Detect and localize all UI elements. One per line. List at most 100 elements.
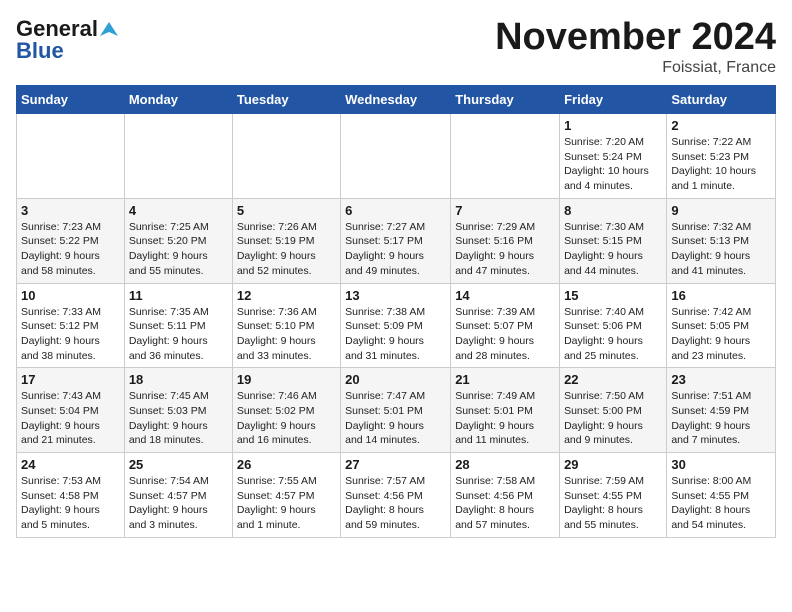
day-number: 23: [671, 372, 771, 387]
calendar-table: SundayMondayTuesdayWednesdayThursdayFrid…: [16, 85, 776, 538]
day-info: Sunrise: 7:59 AMSunset: 4:55 PMDaylight:…: [564, 474, 662, 533]
day-number: 18: [129, 372, 228, 387]
calendar-cell: 9 Sunrise: 7:32 AMSunset: 5:13 PMDaylight…: [667, 198, 776, 283]
calendar-cell: 4 Sunrise: 7:25 AMSunset: 5:20 PMDaylight…: [124, 198, 232, 283]
calendar-cell: 19 Sunrise: 7:46 AMSunset: 5:02 PMDayligh…: [232, 368, 340, 453]
calendar-cell: 2 Sunrise: 7:22 AMSunset: 5:23 PMDaylight…: [667, 114, 776, 199]
day-info: Sunrise: 7:32 AMSunset: 5:13 PMDaylight:…: [671, 220, 771, 279]
logo: General Blue: [16, 16, 118, 64]
title-section: November 2024 Foissiat, France: [495, 16, 776, 77]
day-info: Sunrise: 7:42 AMSunset: 5:05 PMDaylight:…: [671, 305, 771, 364]
location: Foissiat, France: [495, 59, 776, 77]
calendar-cell: 15Sunrise: 7:40 AMSunset: 5:06 PMDayligh…: [560, 283, 667, 368]
day-info: Sunrise: 7:53 AMSunset: 4:58 PMDaylight:…: [21, 474, 120, 533]
day-number: 17: [21, 372, 120, 387]
calendar-cell: [232, 114, 340, 199]
logo-bird-icon: [100, 20, 118, 38]
day-info: Sunrise: 7:58 AMSunset: 4:56 PMDaylight:…: [455, 474, 555, 533]
day-info: Sunrise: 7:46 AMSunset: 5:02 PMDaylight:…: [237, 389, 336, 448]
day-number: 10: [21, 288, 120, 303]
calendar-cell: 21 Sunrise: 7:49 AMSunset: 5:01 PMDayligh…: [451, 368, 560, 453]
day-info: Sunrise: 7:26 AMSunset: 5:19 PMDaylight:…: [237, 220, 336, 279]
calendar-cell: 22Sunrise: 7:50 AMSunset: 5:00 PMDayligh…: [560, 368, 667, 453]
calendar-cell: 25 Sunrise: 7:54 AMSunset: 4:57 PMDayligh…: [124, 453, 232, 538]
day-number: 25: [129, 457, 228, 472]
calendar-cell: 24 Sunrise: 7:53 AMSunset: 4:58 PMDayligh…: [17, 453, 125, 538]
day-info: Sunrise: 8:00 AMSunset: 4:55 PMDaylight:…: [671, 474, 771, 533]
day-number: 4: [129, 203, 228, 218]
calendar-cell: 5 Sunrise: 7:26 AMSunset: 5:19 PMDaylight…: [232, 198, 340, 283]
day-number: 21: [455, 372, 555, 387]
page-header: General Blue November 2024 Foissiat, Fra…: [16, 16, 776, 77]
weekday-header-row: SundayMondayTuesdayWednesdayThursdayFrid…: [17, 86, 776, 114]
weekday-header-sunday: Sunday: [17, 86, 125, 114]
day-number: 30: [671, 457, 771, 472]
day-info: Sunrise: 7:33 AMSunset: 5:12 PMDaylight:…: [21, 305, 120, 364]
day-info: Sunrise: 7:38 AMSunset: 5:09 PMDaylight:…: [345, 305, 446, 364]
day-number: 14: [455, 288, 555, 303]
calendar-cell: 16 Sunrise: 7:42 AMSunset: 5:05 PMDayligh…: [667, 283, 776, 368]
day-info: Sunrise: 7:45 AMSunset: 5:03 PMDaylight:…: [129, 389, 228, 448]
week-row-3: 10 Sunrise: 7:33 AMSunset: 5:12 PMDayligh…: [17, 283, 776, 368]
day-number: 24: [21, 457, 120, 472]
day-info: Sunrise: 7:35 AMSunset: 5:11 PMDaylight:…: [129, 305, 228, 364]
calendar-cell: 26 Sunrise: 7:55 AMSunset: 4:57 PMDayligh…: [232, 453, 340, 538]
calendar-cell: [17, 114, 125, 199]
day-number: 11: [129, 288, 228, 303]
day-info: Sunrise: 7:20 AMSunset: 5:24 PMDaylight:…: [564, 135, 662, 194]
day-number: 15: [564, 288, 662, 303]
day-number: 9: [671, 203, 771, 218]
calendar-cell: 8Sunrise: 7:30 AMSunset: 5:15 PMDaylight…: [560, 198, 667, 283]
day-info: Sunrise: 7:27 AMSunset: 5:17 PMDaylight:…: [345, 220, 446, 279]
calendar-cell: [451, 114, 560, 199]
calendar-cell: 18 Sunrise: 7:45 AMSunset: 5:03 PMDayligh…: [124, 368, 232, 453]
calendar-cell: [341, 114, 451, 199]
day-info: Sunrise: 7:25 AMSunset: 5:20 PMDaylight:…: [129, 220, 228, 279]
week-row-4: 17Sunrise: 7:43 AMSunset: 5:04 PMDayligh…: [17, 368, 776, 453]
weekday-header-tuesday: Tuesday: [232, 86, 340, 114]
day-info: Sunrise: 7:54 AMSunset: 4:57 PMDaylight:…: [129, 474, 228, 533]
calendar-cell: [124, 114, 232, 199]
day-number: 16: [671, 288, 771, 303]
calendar-cell: 29 Sunrise: 7:59 AMSunset: 4:55 PMDayligh…: [560, 453, 667, 538]
calendar-cell: 1Sunrise: 7:20 AMSunset: 5:24 PMDaylight…: [560, 114, 667, 199]
month-title: November 2024: [495, 16, 776, 59]
day-info: Sunrise: 7:36 AMSunset: 5:10 PMDaylight:…: [237, 305, 336, 364]
day-info: Sunrise: 7:23 AMSunset: 5:22 PMDaylight:…: [21, 220, 120, 279]
weekday-header-thursday: Thursday: [451, 86, 560, 114]
day-number: 12: [237, 288, 336, 303]
week-row-1: 1Sunrise: 7:20 AMSunset: 5:24 PMDaylight…: [17, 114, 776, 199]
calendar-cell: 6Sunrise: 7:27 AMSunset: 5:17 PMDaylight…: [341, 198, 451, 283]
day-number: 3: [21, 203, 120, 218]
day-number: 29: [564, 457, 662, 472]
day-number: 7: [455, 203, 555, 218]
calendar-cell: 11 Sunrise: 7:35 AMSunset: 5:11 PMDayligh…: [124, 283, 232, 368]
calendar-cell: 3 Sunrise: 7:23 AMSunset: 5:22 PMDaylight…: [17, 198, 125, 283]
day-number: 2: [671, 118, 771, 133]
day-number: 19: [237, 372, 336, 387]
day-info: Sunrise: 7:39 AMSunset: 5:07 PMDaylight:…: [455, 305, 555, 364]
calendar-cell: 20Sunrise: 7:47 AMSunset: 5:01 PMDayligh…: [341, 368, 451, 453]
calendar-cell: 23Sunrise: 7:51 AMSunset: 4:59 PMDayligh…: [667, 368, 776, 453]
calendar-cell: 28 Sunrise: 7:58 AMSunset: 4:56 PMDayligh…: [451, 453, 560, 538]
day-info: Sunrise: 7:47 AMSunset: 5:01 PMDaylight:…: [345, 389, 446, 448]
week-row-5: 24 Sunrise: 7:53 AMSunset: 4:58 PMDayligh…: [17, 453, 776, 538]
weekday-header-wednesday: Wednesday: [341, 86, 451, 114]
calendar-cell: 12 Sunrise: 7:36 AMSunset: 5:10 PMDayligh…: [232, 283, 340, 368]
weekday-header-friday: Friday: [560, 86, 667, 114]
calendar-cell: 10 Sunrise: 7:33 AMSunset: 5:12 PMDayligh…: [17, 283, 125, 368]
day-info: Sunrise: 7:55 AMSunset: 4:57 PMDaylight:…: [237, 474, 336, 533]
day-number: 26: [237, 457, 336, 472]
day-info: Sunrise: 7:49 AMSunset: 5:01 PMDaylight:…: [455, 389, 555, 448]
day-info: Sunrise: 7:22 AMSunset: 5:23 PMDaylight:…: [671, 135, 771, 194]
logo-blue: Blue: [16, 38, 64, 64]
weekday-header-saturday: Saturday: [667, 86, 776, 114]
day-info: Sunrise: 7:29 AMSunset: 5:16 PMDaylight:…: [455, 220, 555, 279]
day-number: 5: [237, 203, 336, 218]
calendar-cell: 13Sunrise: 7:38 AMSunset: 5:09 PMDayligh…: [341, 283, 451, 368]
calendar-cell: 14 Sunrise: 7:39 AMSunset: 5:07 PMDayligh…: [451, 283, 560, 368]
day-info: Sunrise: 7:57 AMSunset: 4:56 PMDaylight:…: [345, 474, 446, 533]
calendar-cell: 27Sunrise: 7:57 AMSunset: 4:56 PMDayligh…: [341, 453, 451, 538]
day-number: 28: [455, 457, 555, 472]
day-info: Sunrise: 7:50 AMSunset: 5:00 PMDaylight:…: [564, 389, 662, 448]
